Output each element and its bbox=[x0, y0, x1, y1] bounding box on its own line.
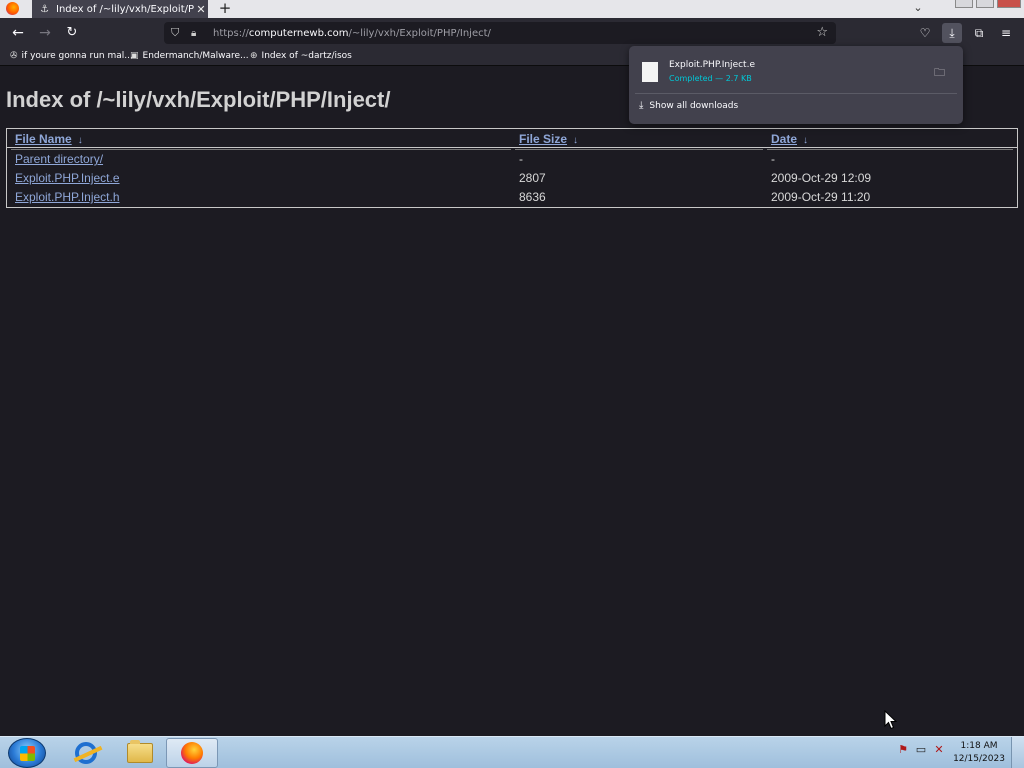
network-icon[interactable]: ▭ bbox=[914, 743, 928, 757]
bookmark-star-icon[interactable]: ☆ bbox=[816, 25, 828, 40]
extensions-icon[interactable]: ⧉ bbox=[969, 23, 989, 43]
tab-active[interactable]: ⚓ Index of /~lily/vxh/Exploit/PHP/Inject… bbox=[32, 0, 208, 18]
bookmark-item[interactable]: ⊕ Index of ~dartz/isos bbox=[250, 51, 352, 61]
page-content: Index of /~lily/vxh/Exploit/PHP/Inject/ … bbox=[0, 67, 1024, 736]
list-all-tabs-chevron-icon[interactable]: ⌄ bbox=[910, 1, 926, 17]
close-tab-icon[interactable]: ✕ bbox=[194, 3, 208, 16]
download-status: Completed — 2.7 KB bbox=[669, 74, 752, 83]
tracking-protection-shield-icon[interactable]: ⛉ bbox=[171, 26, 185, 40]
clock-date: 12/15/2023 bbox=[953, 754, 1005, 764]
lock-icon[interactable]: 🔒︎ bbox=[191, 28, 203, 39]
column-divider bbox=[515, 149, 763, 150]
file-date: 2009-Oct-29 12:09 bbox=[771, 171, 872, 185]
file-icon bbox=[642, 62, 658, 82]
start-button[interactable] bbox=[8, 738, 46, 768]
new-tab-button[interactable]: + bbox=[216, 0, 234, 18]
bookmark-item[interactable]: ✇ if youre gonna run mal... bbox=[10, 51, 133, 61]
action-center-flag-icon[interactable]: ⚑ bbox=[896, 743, 910, 757]
taskbar-file-explorer[interactable] bbox=[114, 738, 166, 768]
maximize-button[interactable] bbox=[976, 0, 994, 8]
navigation-toolbar: ← → ↻ ⛉ 🔒︎ https://computernewb.com/~lil… bbox=[0, 18, 1024, 48]
show-desktop-button[interactable] bbox=[1011, 737, 1024, 768]
column-header-date[interactable]: Date ↓ bbox=[771, 132, 808, 146]
file-size: - bbox=[519, 152, 523, 166]
file-listing-table: File Name ↓ File Size ↓ Date ↓ Parent direc… bbox=[6, 128, 1018, 208]
file-size: 2807 bbox=[519, 171, 546, 185]
internet-explorer-icon bbox=[75, 742, 97, 764]
parent-directory-link[interactable]: Parent directory/ bbox=[15, 152, 103, 166]
file-date: - bbox=[771, 152, 775, 166]
bookmark-icon: ✇ bbox=[10, 51, 18, 61]
taskbar-firefox[interactable] bbox=[166, 738, 218, 768]
column-header-file-size[interactable]: File Size ↓ bbox=[519, 132, 578, 146]
divider bbox=[635, 93, 957, 94]
forward-button[interactable]: → bbox=[35, 24, 55, 42]
system-clock[interactable]: 1:18 AM 12/15/2023 bbox=[950, 740, 1008, 766]
download-icon: ⤓ bbox=[639, 100, 644, 111]
url-text[interactable]: https://computernewb.com/~lily/vxh/Explo… bbox=[213, 28, 491, 39]
show-all-downloads-button[interactable]: ⤓ Show all downloads bbox=[639, 100, 738, 111]
bookmark-item[interactable]: ▣ Endermanch/Malware... bbox=[130, 51, 249, 61]
close-window-button[interactable] bbox=[997, 0, 1021, 8]
open-folder-icon[interactable]: 🗀︎ bbox=[934, 64, 948, 79]
minimize-button[interactable] bbox=[955, 0, 973, 8]
taskbar: ⚑ ▭ ✕ 1:18 AM 12/15/2023 bbox=[0, 736, 1024, 768]
file-link[interactable]: Exploit.PHP.Inject.h bbox=[15, 190, 120, 204]
tab-title: Index of /~lily/vxh/Exploit/PHP/Inject/ bbox=[56, 3, 194, 15]
mouse-cursor-icon bbox=[884, 710, 898, 730]
file-link[interactable]: Exploit.PHP.Inject.e bbox=[15, 171, 120, 185]
folder-icon bbox=[127, 740, 153, 763]
column-header-file-name[interactable]: File Name ↓ bbox=[15, 132, 83, 146]
page-title: Index of /~lily/vxh/Exploit/PHP/Inject/ bbox=[6, 87, 391, 112]
volume-muted-icon[interactable]: ✕ bbox=[932, 743, 946, 757]
tab-strip: ⚓ Index of /~lily/vxh/Exploit/PHP/Inject… bbox=[0, 0, 1024, 18]
column-divider bbox=[11, 149, 511, 150]
page-favicon-icon: ⚓ bbox=[40, 3, 49, 15]
pocket-icon[interactable]: ♡ bbox=[915, 23, 935, 43]
table-header: File Name ↓ File Size ↓ Date ↓ bbox=[7, 129, 1017, 148]
app-menu-icon[interactable]: ≡ bbox=[996, 23, 1016, 43]
address-bar[interactable]: ⛉ 🔒︎ https://computernewb.com/~lily/vxh/… bbox=[164, 22, 836, 44]
downloads-panel: Exploit.PHP.Inject.e Completed — 2.7 KB … bbox=[629, 46, 963, 124]
reload-button[interactable]: ↻ bbox=[62, 24, 82, 42]
file-size: 8636 bbox=[519, 190, 546, 204]
file-date: 2009-Oct-29 11:20 bbox=[771, 190, 871, 204]
firefox-icon bbox=[181, 742, 203, 764]
downloads-button[interactable]: ⤓ bbox=[942, 23, 962, 43]
column-divider bbox=[767, 149, 1013, 150]
taskbar-internet-explorer[interactable] bbox=[60, 738, 112, 768]
clock-time: 1:18 AM bbox=[960, 741, 998, 751]
firefox-view-icon[interactable] bbox=[6, 2, 19, 15]
windows-logo-icon bbox=[20, 746, 35, 761]
github-icon: ▣ bbox=[130, 51, 139, 61]
back-button[interactable]: ← bbox=[8, 24, 28, 42]
globe-icon: ⊕ bbox=[250, 51, 258, 61]
download-file-name[interactable]: Exploit.PHP.Inject.e bbox=[669, 60, 755, 70]
